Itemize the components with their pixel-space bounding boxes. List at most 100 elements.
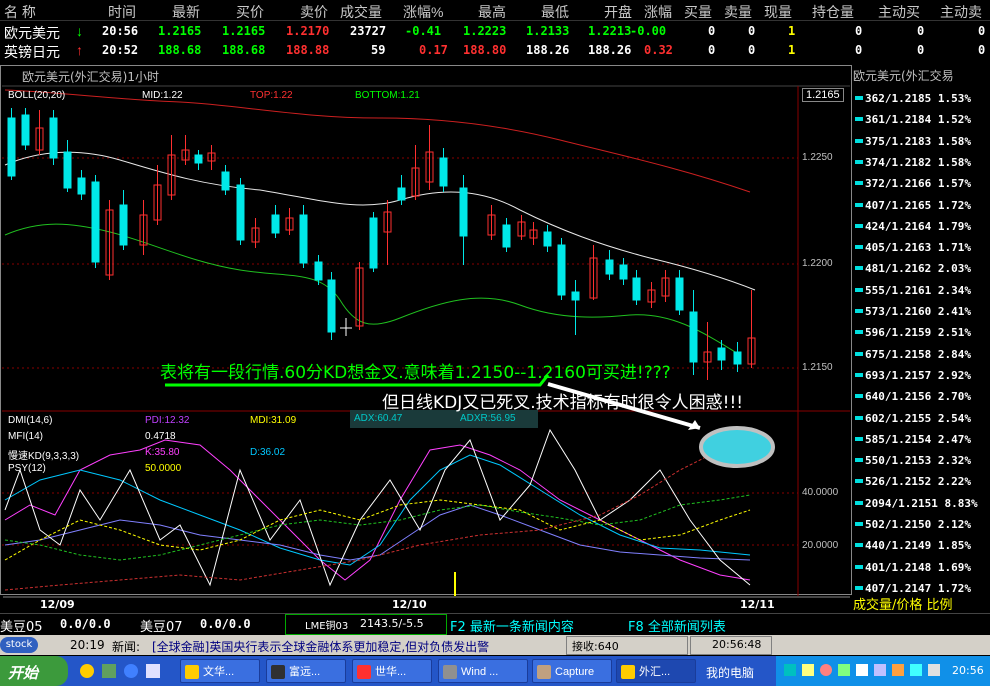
tray-icon[interactable] [856,664,868,676]
tick-volume-panel[interactable]: 欧元美元(外汇交易 362/1.2185 1.53% 361/1.2184 1.5… [853,65,990,613]
volume-bar-icon [855,479,863,484]
taskbar-clock[interactable]: 20:56 [952,664,984,677]
taskbar-button-fuyuan[interactable]: 富远... [266,659,346,683]
volume-bar-icon [855,394,863,399]
x-label: 12/11 [740,598,775,611]
tick-row: 362/1.2185 1.53% [853,90,990,111]
volume-bar-icon [855,223,863,228]
taskbar-button-label: 富远... [289,666,321,678]
ticker-item-value: 0.0/0.0 [60,617,111,631]
news-bar: stock 20:19 新闻: [全球金融]英国央行表示全球金融体系更加稳定,但… [0,635,990,655]
tray-icon[interactable] [838,664,850,676]
tick-row: 573/1.2160 2.41% [853,303,990,324]
tick-row: 405/1.2163 1.71% [853,239,990,260]
tick-panel-title: 欧元美元(外汇交易 [853,69,954,83]
psy-label: PSY(12) [8,463,46,474]
start-button[interactable]: 开始 [0,656,68,686]
status-clock: 20:56:48 [712,638,762,651]
tick-row: 526/1.2152 2.22% [853,473,990,494]
ticker-item-name[interactable]: 美豆07 [140,616,183,635]
tick-text: 585/1.2154 2.47% [865,432,971,446]
tick-row: 481/1.2162 2.03% [853,260,990,281]
d-value: D:36.02 [250,447,286,458]
boll-top: TOP:1.22 [250,90,293,101]
stock-logo-icon[interactable]: stock [0,637,38,653]
dmi-label: DMI(14,6) [8,415,53,426]
mfi-value: 0.4718 [145,431,176,442]
volume-bar-icon [855,159,863,164]
tick-row: 372/1.2166 1.57% [853,175,990,196]
tick-text: 526/1.2152 2.22% [865,475,971,489]
f8-news-list-shortcut[interactable]: F8 全部新闻列表 [628,616,726,635]
news-headline[interactable]: [全球金融]英国央行表示全球金融体系更加稳定,但对负债发出警 [152,638,489,655]
tick-row: 440/1.2149 1.85% [853,537,990,558]
ind-tick: 40.0000 [802,487,839,498]
f2-news-shortcut[interactable]: F2 最新一条新闻内容 [450,616,574,635]
tick-row: 401/1.2148 1.69% [853,559,990,580]
tick-text: 362/1.2185 1.53% [865,92,971,105]
tick-row: 675/1.2158 2.84% [853,346,990,367]
tick-row: 555/1.2161 2.34% [853,282,990,303]
app-icon [537,665,551,679]
volume-bar-icon [855,266,863,271]
app-icon [185,665,199,679]
volume-bar-icon [855,138,863,143]
tick-row: 585/1.2154 2.47% [853,431,990,452]
tick-text: 602/1.2155 2.54% [865,411,971,425]
pdi-value: PDI:12.32 [145,415,190,426]
ticker-item-name[interactable]: 美豆05 [0,616,43,635]
tick-text: 375/1.2183 1.58% [865,134,971,148]
tick-text: 481/1.2162 2.03% [865,262,971,276]
taskbar-button-label: Capture [555,666,595,678]
tick-row: 2094/1.2151 8.83% [853,495,990,516]
volume-bar-icon [855,415,863,420]
tray-icon[interactable] [928,664,940,676]
tray-icon[interactable] [820,664,832,676]
desktop-icon[interactable] [146,664,160,678]
ticker-item-value: 2143.5/-5.5 [360,617,424,630]
volume-bar-icon [855,117,863,122]
tray-icon[interactable] [910,664,922,676]
tick-row: 640/1.2156 2.70% [853,388,990,409]
ticker-item-name[interactable]: LME铜03 [305,617,348,632]
tick-row: 375/1.2183 1.58% [853,133,990,154]
volume-bar-icon [855,436,863,441]
quicklaunch-icon[interactable] [102,664,116,678]
tick-text: 502/1.2150 2.12% [865,518,971,531]
my-computer-link[interactable]: 我的电脑 [706,664,754,681]
volume-bar-icon [855,181,863,186]
taskbar-button-shihua[interactable]: 世华... [352,659,432,683]
app-icon [443,665,457,679]
tick-panel-footer[interactable]: 成交量/价格 比例 [853,594,990,613]
tray-icon[interactable] [874,664,886,676]
tick-text: 405/1.2163 1.71% [865,241,971,255]
volume-bar-icon [855,309,863,313]
tray-icon[interactable] [784,664,796,676]
taskbar-button-wind[interactable]: Wind ... [438,659,528,683]
tick-text: 374/1.2182 1.58% [865,155,971,169]
taskbar-button-capture[interactable]: Capture [532,659,612,683]
taskbar-button-wenhua[interactable]: 文华... [180,659,260,683]
tray-icon[interactable] [802,664,814,676]
tray-icon[interactable] [892,664,904,676]
boll-bottom: BOTTOM:1.21 [355,90,420,101]
mdi-value: MDI:31.09 [250,415,297,426]
tick-row: 693/1.2157 2.92% [853,367,990,388]
tick-row: 502/1.2150 2.12% [853,516,990,537]
ie-icon[interactable] [124,664,138,678]
tick-row: 424/1.2164 1.79% [853,218,990,239]
tick-row: 374/1.2182 1.58% [853,154,990,175]
volume-bar-icon [855,458,863,463]
taskbar-button-label: 世华... [375,666,407,678]
chart-canvas[interactable] [0,0,990,686]
taskbar-button-forex[interactable]: 外汇... [616,659,696,683]
tick-row: 407/1.2165 1.72% [853,197,990,218]
tick-text: 596/1.2159 2.51% [865,326,971,340]
tick-text: 555/1.2161 2.34% [865,283,971,297]
tick-text: 2094/1.2151 8.83% [865,496,978,510]
x-label: 12/10 [392,598,427,611]
media-player-icon[interactable] [80,664,94,678]
boll-mid: MID:1.22 [142,90,183,101]
mfi-label: MFI(14) [8,431,43,442]
recv-status: 接收:640 [572,640,619,653]
